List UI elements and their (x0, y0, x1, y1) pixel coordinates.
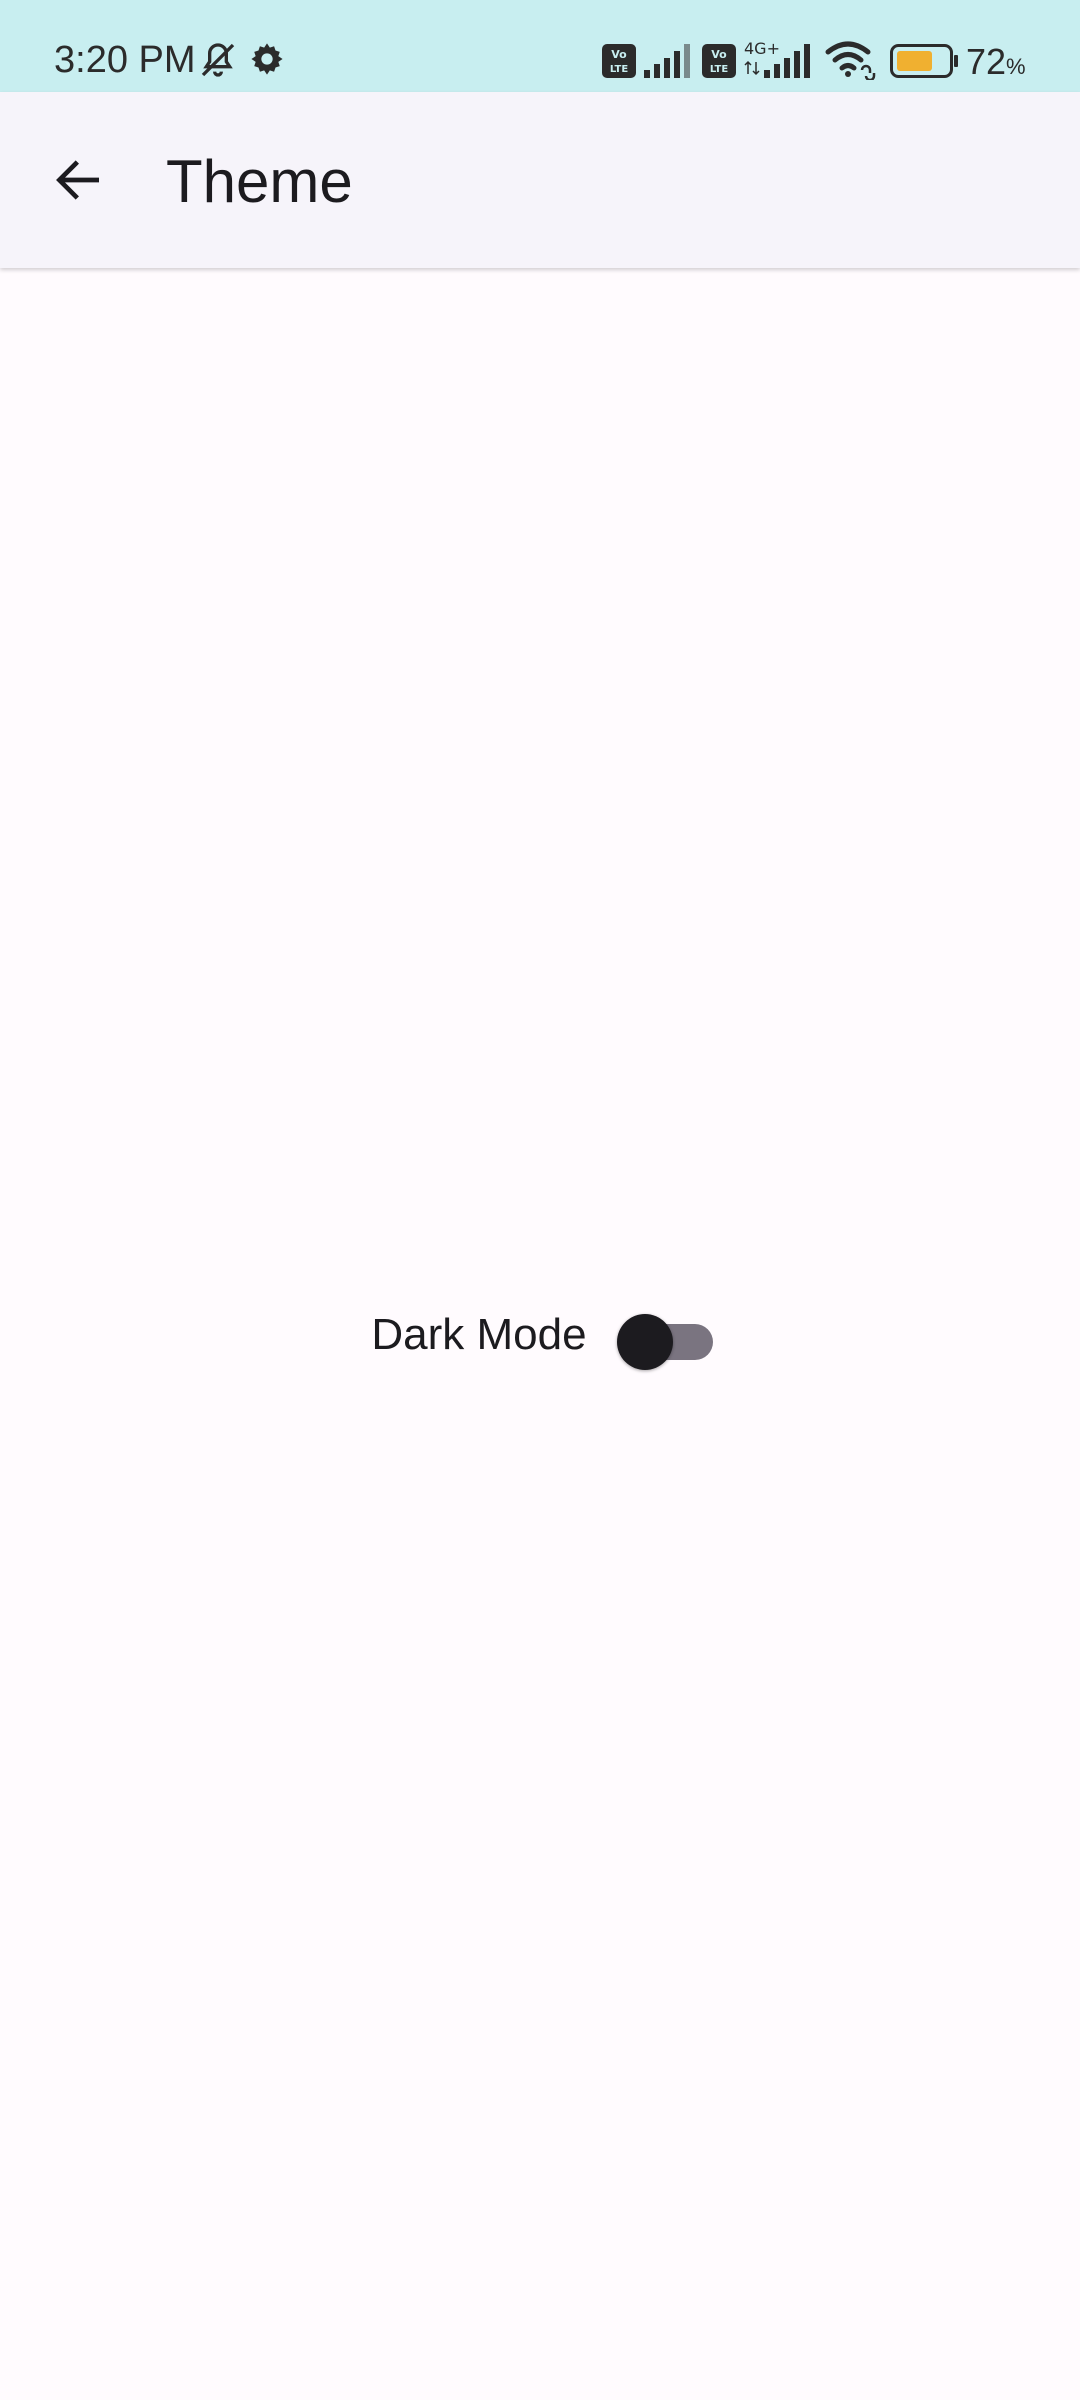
svg-text:Vo: Vo (711, 48, 727, 61)
battery-icon (890, 44, 958, 78)
app-bar: Theme (0, 92, 1080, 268)
dark-mode-label: Dark Mode (371, 1310, 587, 1359)
dark-mode-switch[interactable] (616, 1306, 713, 1370)
svg-text:Vo: Vo (611, 48, 627, 61)
volte-icon: Vo LTE (702, 44, 736, 78)
status-time: 3:20 PM (54, 39, 196, 81)
switch-thumb (616, 1314, 673, 1370)
svg-text:LTE: LTE (610, 64, 629, 75)
volte-icon: Vo LTE (602, 44, 636, 78)
back-button[interactable] (28, 130, 128, 230)
battery-percent: 72% (966, 41, 1026, 82)
status-bar: 3:20 PM Vo LTE Vo LTE 4G+ 72% (0, 0, 1080, 92)
dark-mode-row: Dark Mode (0, 1300, 1080, 1370)
svg-text:LTE: LTE (710, 64, 729, 75)
wifi-icon (825, 41, 876, 80)
bell-off-icon (201, 43, 235, 77)
arrow-left-icon (56, 160, 99, 200)
page-title: Theme (166, 148, 353, 215)
gear-icon (251, 43, 283, 75)
signal-icon (764, 44, 810, 78)
signal-icon (644, 44, 690, 78)
